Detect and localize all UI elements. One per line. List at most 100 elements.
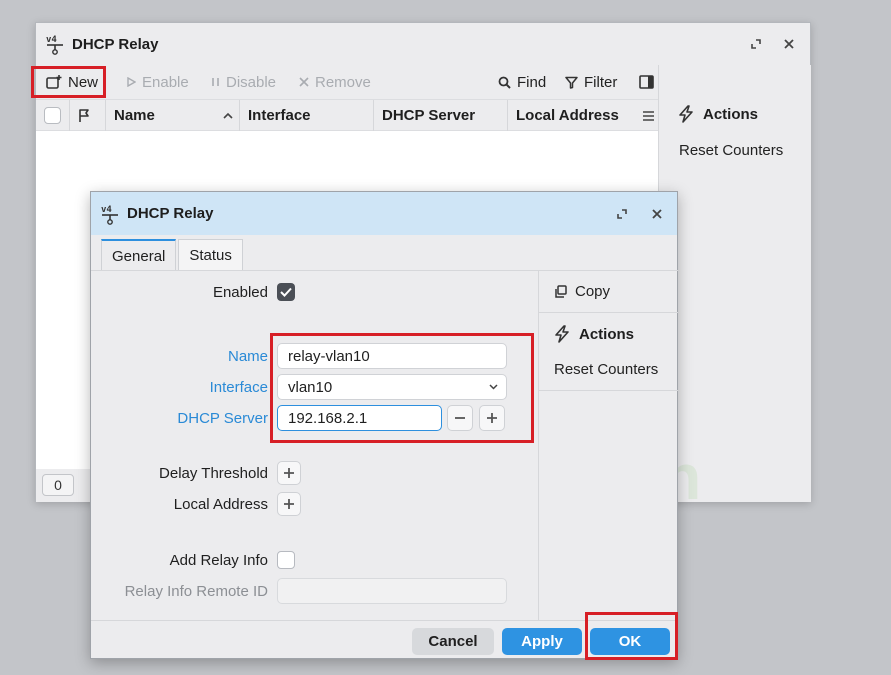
column-header-interface-label: Interface xyxy=(248,107,311,124)
flag-icon xyxy=(78,108,90,123)
relay-info-remote-id-label: Relay Info Remote ID xyxy=(124,582,268,600)
enabled-row: Enabled xyxy=(91,277,538,307)
select-all-column[interactable] xyxy=(36,100,70,131)
column-header-dhcp-server[interactable]: DHCP Server xyxy=(374,100,508,131)
checkmark-icon xyxy=(280,287,292,297)
column-header-name[interactable]: Name xyxy=(106,100,240,131)
column-header-interface[interactable]: Interface xyxy=(240,100,374,131)
add-relay-info-row: Add Relay Info xyxy=(91,545,538,575)
grid-header: Name Interface DHCP Server Local Address xyxy=(36,99,658,131)
dialog-reset-counters-link[interactable]: Reset Counters xyxy=(554,361,658,378)
lightning-actions-icon xyxy=(553,325,571,343)
tab-status[interactable]: Status xyxy=(178,239,243,271)
dialog-actions-label: Actions xyxy=(579,325,635,343)
tab-general[interactable]: General xyxy=(101,239,177,271)
dialog-close-icon[interactable] xyxy=(642,192,672,235)
list-side-panel: Actions Reset Counters xyxy=(658,65,811,502)
name-row: Name relay-vlan10 xyxy=(91,341,538,371)
list-toolbar: New Enable Disable Remove Find Filter xyxy=(31,65,658,99)
plus-icon xyxy=(284,499,294,509)
chevron-down-icon xyxy=(489,384,498,390)
filter-button[interactable]: Filter xyxy=(558,67,624,97)
copy-button[interactable]: Copy xyxy=(539,271,678,313)
name-label: Name xyxy=(227,347,268,365)
ipv4-network-icon: v4 xyxy=(46,33,64,55)
filter-button-label: Filter xyxy=(584,73,618,91)
add-item-icon xyxy=(46,75,62,89)
local-address-label: Local Address xyxy=(173,495,268,513)
close-icon[interactable] xyxy=(774,23,804,65)
remove-dhcp-server-button[interactable] xyxy=(447,405,473,431)
dhcp-server-row: DHCP Server 192.168.2.1 xyxy=(91,403,538,433)
add-dhcp-server-button[interactable] xyxy=(479,405,505,431)
minus-icon xyxy=(455,417,465,419)
enabled-checkbox[interactable] xyxy=(277,283,295,301)
interface-select-value: vlan10 xyxy=(288,378,333,396)
dhcp-relay-dialog: v4 DHCP Relay General Status Enabled Nam… xyxy=(90,191,678,660)
apply-button[interactable]: Apply xyxy=(502,628,582,655)
dialog-titlebar: v4 DHCP Relay xyxy=(91,192,677,235)
interface-select[interactable]: vlan10 xyxy=(277,374,507,400)
delay-threshold-row: Delay Threshold xyxy=(91,458,538,488)
column-header-name-label: Name xyxy=(114,107,155,124)
dhcp-server-input[interactable]: 192.168.2.1 xyxy=(277,405,442,431)
relay-info-remote-id-input[interactable] xyxy=(277,578,507,604)
column-header-local-address-label: Local Address xyxy=(516,107,619,124)
add-relay-info-label: Add Relay Info xyxy=(169,551,268,569)
dhcp-server-label: DHCP Server xyxy=(177,409,268,427)
svg-text:v4: v4 xyxy=(46,35,57,45)
actions-header: Actions xyxy=(677,105,758,123)
lightning-actions-icon xyxy=(677,105,695,123)
select-all-checkbox[interactable] xyxy=(44,107,61,124)
disable-button[interactable]: Disable xyxy=(204,67,283,97)
interface-label: Interface xyxy=(209,378,268,396)
restore-icon[interactable] xyxy=(741,23,771,65)
add-relay-info-checkbox[interactable] xyxy=(277,551,295,569)
interface-row: Interface vlan10 xyxy=(91,372,538,402)
new-button-label: New xyxy=(68,73,99,91)
cancel-button[interactable]: Cancel xyxy=(412,628,494,655)
add-delay-threshold-button[interactable] xyxy=(277,461,301,485)
new-button[interactable]: New xyxy=(31,66,106,98)
dialog-restore-icon[interactable] xyxy=(607,192,637,235)
actions-label: Actions xyxy=(703,105,759,123)
svg-text:v4: v4 xyxy=(101,205,112,215)
remove-button-label: Remove xyxy=(315,73,371,91)
dialog-tabs: General Status xyxy=(101,239,243,271)
dialog-title: DHCP Relay xyxy=(127,205,214,222)
local-address-row: Local Address xyxy=(91,489,538,519)
column-header-local-address[interactable]: Local Address xyxy=(508,100,640,131)
copy-label: Copy xyxy=(575,283,611,300)
disable-button-label: Disable xyxy=(226,73,277,91)
dialog-footer: Cancel Apply OK xyxy=(91,620,677,658)
list-window-title: DHCP Relay xyxy=(72,35,159,53)
find-button[interactable]: Find xyxy=(491,67,553,97)
column-menu-button[interactable] xyxy=(640,100,658,131)
side-panel-icon xyxy=(639,75,654,89)
column-header-dhcp-server-label: DHCP Server xyxy=(382,107,476,124)
plus-icon xyxy=(487,413,497,423)
dialog-side-panel: Copy Actions Reset Counters xyxy=(538,270,678,620)
ok-button[interactable]: OK xyxy=(590,628,670,655)
reset-counters-link[interactable]: Reset Counters xyxy=(679,142,783,159)
dialog-actions-header: Actions xyxy=(553,325,634,343)
list-window-titlebar: v4 DHCP Relay xyxy=(36,23,810,65)
dialog-actions-section: Actions Reset Counters xyxy=(539,313,678,391)
enable-button-label: Enable xyxy=(142,73,189,91)
copy-icon xyxy=(554,285,567,298)
hamburger-menu-icon xyxy=(643,110,654,121)
name-input[interactable]: relay-vlan10 xyxy=(277,343,507,369)
enable-button[interactable]: Enable xyxy=(120,67,196,97)
remove-x-icon xyxy=(299,77,309,87)
search-icon xyxy=(498,76,511,89)
pause-icon xyxy=(211,77,220,87)
row-count-badge: 0 xyxy=(42,474,74,496)
general-form: Enabled Name relay-vlan10 Interface vlan… xyxy=(91,270,538,620)
flag-column[interactable] xyxy=(70,100,106,131)
remove-button[interactable]: Remove xyxy=(292,67,378,97)
sort-ascending-icon xyxy=(223,112,233,119)
enabled-label: Enabled xyxy=(212,283,268,301)
delay-threshold-label: Delay Threshold xyxy=(159,464,268,482)
add-local-address-button[interactable] xyxy=(277,492,301,516)
filter-icon xyxy=(565,76,578,89)
